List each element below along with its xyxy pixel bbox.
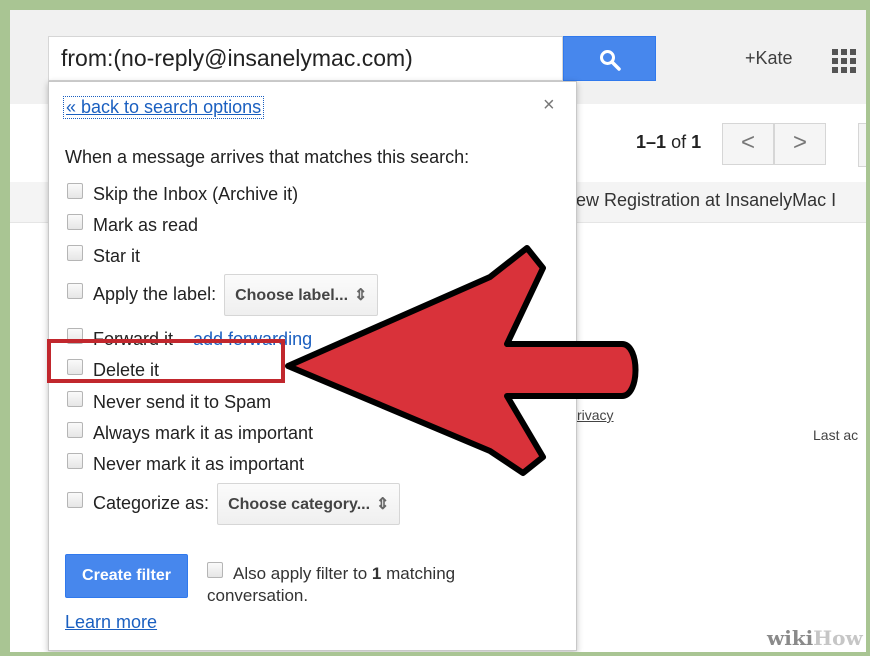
screenshot-frame: from:(no-reply@insanelymac.com) +Kate 1–… <box>10 10 866 652</box>
red-arrow-annotation <box>285 245 639 476</box>
